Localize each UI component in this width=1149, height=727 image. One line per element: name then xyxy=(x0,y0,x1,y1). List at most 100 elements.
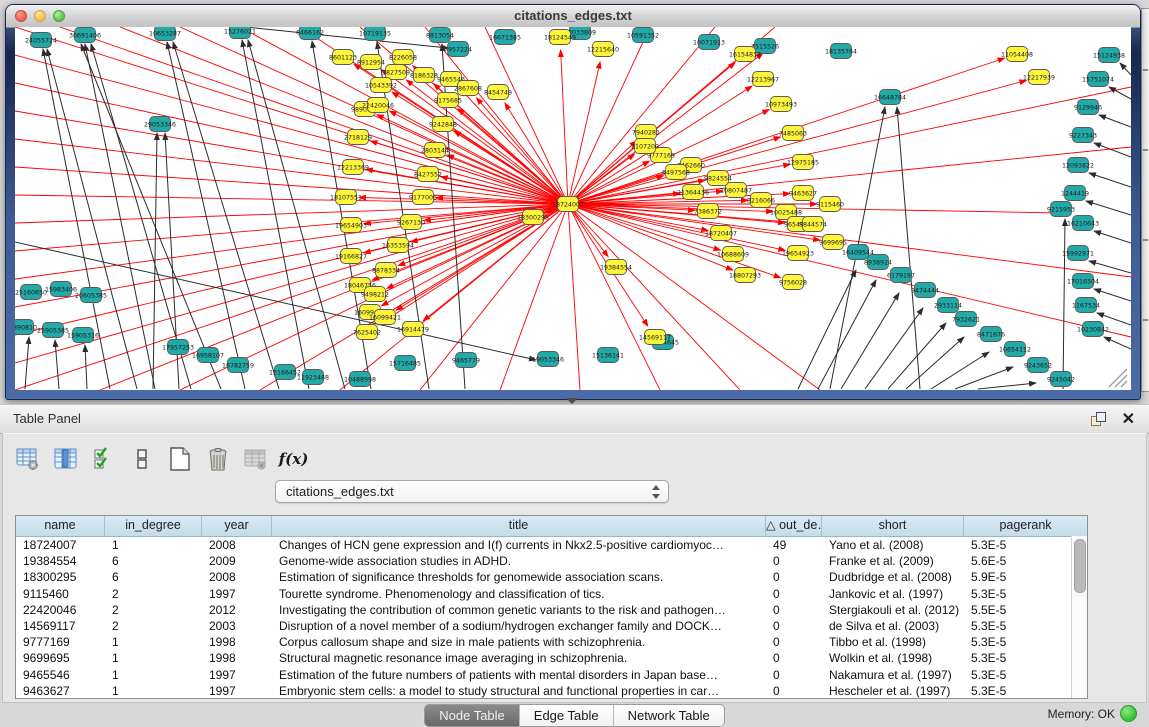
citation-edge[interactable] xyxy=(955,367,1013,389)
graph-node-teal[interactable]: 7932621 xyxy=(952,312,980,327)
citation-edge[interactable] xyxy=(1089,173,1131,187)
graph-node-teal[interactable]: 17016504 xyxy=(1067,274,1099,289)
citation-edge[interactable] xyxy=(1094,231,1131,243)
citation-edge[interactable] xyxy=(818,280,876,389)
graph-node-teal[interactable]: 16782759 xyxy=(222,358,254,373)
graph-node-teal[interactable]: 20605385 xyxy=(75,288,107,303)
table-cell[interactable]: 2012 xyxy=(202,602,272,618)
citation-edge[interactable] xyxy=(568,204,1131,337)
graph-node-yellow[interactable]: 19654923 xyxy=(782,246,814,261)
graph-node-yellow[interactable]: 9699695 xyxy=(819,235,847,250)
graph-node-yellow[interactable]: 2718129 xyxy=(344,130,372,145)
citation-edge[interactable] xyxy=(1099,115,1131,127)
graph-node-yellow[interactable]: 6497568 xyxy=(662,165,690,180)
table-cell[interactable]: 0 xyxy=(766,667,822,683)
column-header-3[interactable]: title xyxy=(272,516,766,536)
table-cell[interactable]: Dudbridge et al. (2008) xyxy=(822,569,964,585)
graph-node-yellow[interactable]: 8454749 xyxy=(484,85,512,100)
graph-node-yellow[interactable]: 12217939 xyxy=(1023,70,1055,85)
citation-edge[interactable] xyxy=(568,204,1059,213)
graph-node-teal[interactable]: 10488998 xyxy=(344,372,376,387)
table-cell[interactable]: 0 xyxy=(766,602,822,618)
table-cell[interactable]: 9115460 xyxy=(16,586,105,602)
citation-edge[interactable] xyxy=(897,107,920,389)
graph-node-yellow[interactable]: 9756028 xyxy=(779,275,807,290)
graph-node-teal[interactable]: 6466162 xyxy=(296,27,324,40)
graph-node-teal[interactable]: 16958107 xyxy=(192,348,224,363)
graph-node-yellow[interactable]: 8601123 xyxy=(329,50,357,65)
graph-node-teal[interactable]: 10591352 xyxy=(627,28,659,43)
table-row[interactable]: 2242004622012Investigating the contribut… xyxy=(16,602,1087,618)
column-header-2[interactable]: year xyxy=(202,516,272,536)
table-cell[interactable]: 5.3E-5 xyxy=(964,618,1087,634)
table-cell[interactable]: 2 xyxy=(105,602,202,618)
table-cell[interactable]: 1997 xyxy=(202,667,272,683)
column-header-1[interactable]: in_degree xyxy=(105,516,202,536)
table-cell[interactable]: Nakamura et al. (1997) xyxy=(822,667,964,683)
table-cell[interactable]: 1 xyxy=(105,667,202,683)
graph-node-yellow[interactable]: 8186328 xyxy=(410,68,438,83)
merge-rows-button[interactable] xyxy=(129,447,154,472)
graph-node-yellow[interactable]: 9498212 xyxy=(361,287,389,302)
graph-node-yellow[interactable]: 2867608 xyxy=(454,81,482,96)
table-cell[interactable]: Estimation of the future numbers of pati… xyxy=(272,667,766,683)
table-row[interactable]: 1456911722003Disruption of a novel membe… xyxy=(16,618,1087,634)
table-cell[interactable]: 6 xyxy=(105,553,202,569)
delete-table-button[interactable] xyxy=(205,447,230,472)
table-cell[interactable]: 1 xyxy=(105,634,202,650)
graph-node-teal[interactable]: 8938924 xyxy=(864,255,892,270)
graph-node-yellow[interactable]: 12213967 xyxy=(747,72,779,87)
table-cell[interactable]: 5.9E-5 xyxy=(964,569,1087,585)
citation-edge[interactable] xyxy=(568,204,580,390)
graph-node-yellow[interactable]: 7386372 xyxy=(694,204,722,219)
table-cell[interactable]: 1998 xyxy=(202,634,272,650)
graph-node-teal[interactable]: 15136141 xyxy=(592,348,624,363)
table-cell[interactable]: 9465546 xyxy=(16,667,105,683)
graph-node-teal[interactable]: 17957253 xyxy=(162,340,194,355)
table-cell[interactable]: Wolkin et al. (1998) xyxy=(822,650,964,666)
table-cell[interactable]: 22420046 xyxy=(16,602,105,618)
table-row[interactable]: 1872400712008Changes of HCN gene express… xyxy=(16,537,1087,553)
citation-edge[interactable] xyxy=(1086,201,1131,215)
citation-edge[interactable] xyxy=(1120,63,1131,75)
table-cell[interactable]: 14569117 xyxy=(16,618,105,634)
graph-node-yellow[interactable]: 7625402 xyxy=(353,325,381,340)
graph-node-yellow[interactable]: 11054408 xyxy=(1001,47,1033,62)
graph-node-teal[interactable]: 9890810 xyxy=(15,320,37,335)
graph-node-teal[interactable]: 2933114 xyxy=(934,298,962,313)
float-panel-icon[interactable] xyxy=(1091,412,1105,426)
graph-node-yellow[interactable]: 9115460 xyxy=(816,197,844,212)
table-cell[interactable]: 0 xyxy=(766,683,822,699)
table-cell[interactable]: Tibbo et al. (1998) xyxy=(822,634,964,650)
table-cell[interactable]: 1 xyxy=(105,650,202,666)
resize-grip[interactable] xyxy=(1115,375,1127,387)
citation-edge[interactable] xyxy=(568,27,715,204)
citation-edge[interactable] xyxy=(1094,289,1131,301)
table-cell[interactable]: 5.3E-5 xyxy=(964,683,1087,699)
table-cell[interactable]: 0 xyxy=(766,634,822,650)
table-cell[interactable]: Jankovic et al. (1997) xyxy=(822,586,964,602)
graph-node-yellow[interactable]: 12213369 xyxy=(337,160,369,175)
table-row[interactable]: 1830029562008Estimation of significance … xyxy=(16,569,1087,585)
graph-node-teal[interactable]: 1244419 xyxy=(1061,186,1089,201)
graph-node-teal[interactable]: 15992971 xyxy=(1062,246,1094,261)
table-cell[interactable]: 49 xyxy=(766,537,822,553)
graph-node-teal[interactable]: 9243652 xyxy=(1024,358,1052,373)
graph-node-yellow[interactable]: 7940281 xyxy=(632,125,660,140)
column-header-0[interactable]: name xyxy=(16,516,105,536)
graph-node-yellow[interactable]: 16353594 xyxy=(382,238,414,253)
table-cell[interactable]: Investigating the contribution of common… xyxy=(272,602,766,618)
citation-edge[interactable] xyxy=(25,337,29,389)
table-cell[interactable]: 2 xyxy=(105,618,202,634)
graph-node-yellow[interactable]: 19166827 xyxy=(335,249,367,264)
graph-node-teal[interactable]: 24055724 xyxy=(25,33,57,48)
graph-node-teal[interactable]: 12093822 xyxy=(1062,158,1094,173)
citation-edge[interactable] xyxy=(1089,261,1131,273)
table-cell[interactable]: 5.3E-5 xyxy=(964,586,1087,602)
citation-edge[interactable] xyxy=(55,340,59,389)
graph-node-yellow[interactable]: 7485063 xyxy=(779,126,807,141)
graph-node-teal[interactable]: 29053346 xyxy=(144,117,176,132)
table-cell[interactable]: 9777169 xyxy=(16,634,105,650)
table-cell[interactable]: 5.3E-5 xyxy=(964,667,1087,683)
graph-node-yellow[interactable]: 10688609 xyxy=(717,247,749,262)
